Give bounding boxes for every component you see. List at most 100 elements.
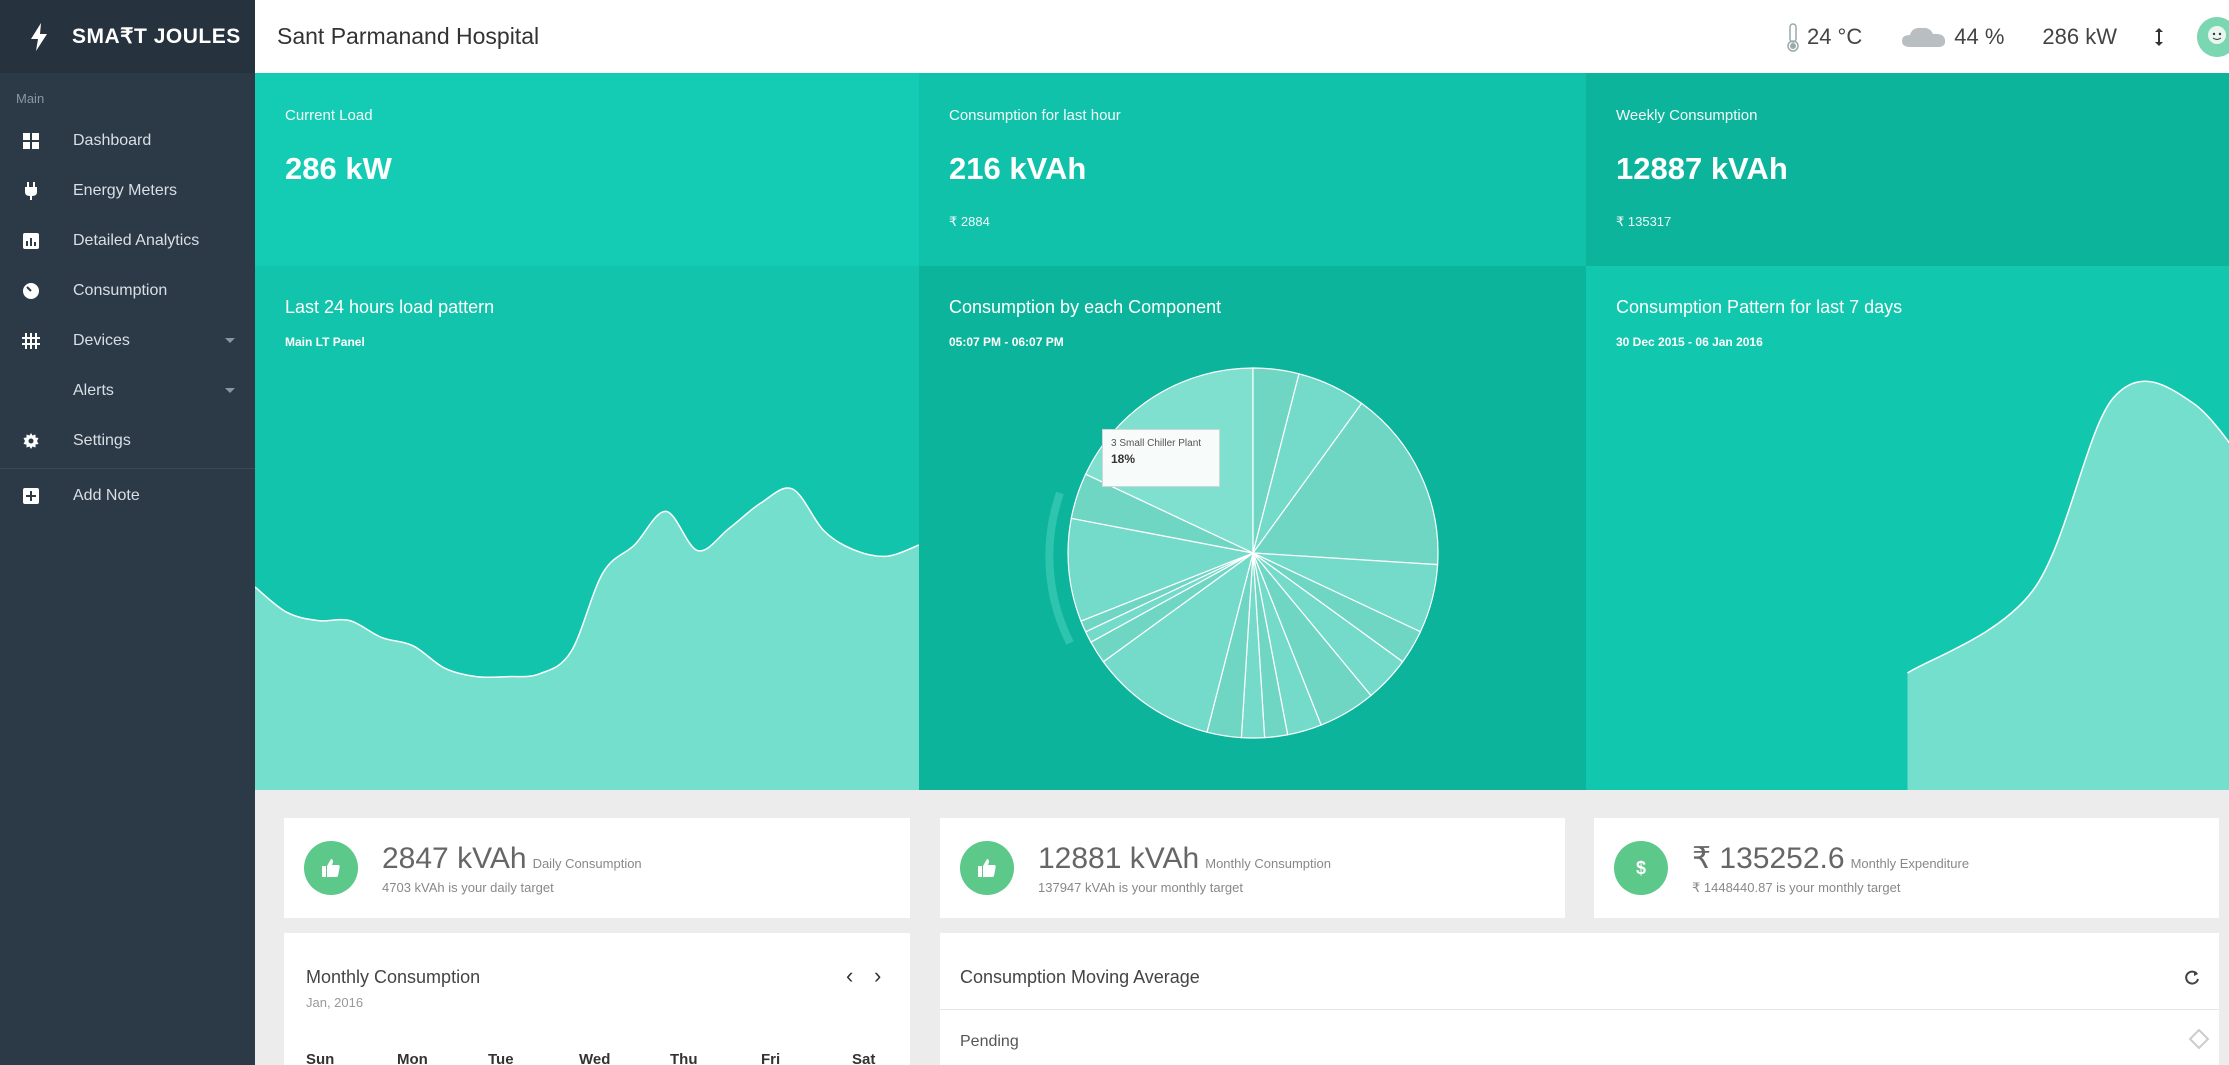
load-pattern-title: Last 24 hours load pattern — [285, 297, 495, 317]
dollar-icon: $ — [1614, 841, 1668, 895]
component-title: Consumption by each Component — [949, 297, 1222, 317]
next-month-button[interactable]: › — [874, 963, 881, 989]
kpi-monthly: 12881 kVAh Monthly Consumption 137947 kVA… — [940, 818, 1565, 918]
weekday: Mon — [397, 1051, 428, 1065]
gauge-icon — [22, 282, 40, 300]
sidebar-item-label: Energy Meters — [73, 182, 178, 199]
kpi-target: ₹ 1448440.87 is your monthly target — [1692, 879, 1901, 895]
weekday: Sun — [306, 1051, 335, 1065]
load-value: 286 kW — [2042, 23, 2117, 49]
weekday-header: Sun Mon Tue Wed Thu Fri Sat — [306, 1051, 910, 1065]
weekday: Wed — [579, 1051, 611, 1065]
last-hour-value: 216 kVAh — [949, 151, 1087, 186]
load-stat: 286 kW — [2042, 24, 2117, 50]
current-load-value: 286 kW — [285, 151, 392, 186]
weekly-pattern-subtitle: 30 Dec 2015 - 06 Jan 2016 — [1616, 335, 1763, 349]
kpi-label: Daily Consumption — [532, 855, 642, 871]
kpi-label: Monthly Expenditure — [1850, 855, 1970, 871]
status-text: Pending — [960, 1033, 1019, 1050]
sidebar-item-label: Devices — [73, 332, 130, 349]
hospital-name: Sant Parmanand Hospital — [277, 23, 540, 49]
weekly-cost: ₹ 135317 — [1616, 214, 1672, 229]
load-area — [255, 487, 919, 790]
bolt-icon — [31, 22, 47, 51]
thermometer-icon — [1787, 22, 1799, 52]
sidebar-item-dashboard[interactable]: Dashboard — [0, 116, 255, 166]
refresh-icon[interactable] — [2183, 969, 2201, 987]
avatar-icon — [2197, 16, 2229, 57]
brand[interactable]: SMA₹T JOULES — [0, 0, 255, 73]
updown-icon — [2155, 27, 2163, 46]
sidebar-item-label: Alerts — [73, 382, 114, 399]
current-load-label: Current Load — [285, 107, 373, 124]
component-subtitle: 05:07 PM - 06:07 PM — [949, 335, 1064, 349]
analytics-icon — [22, 232, 40, 250]
weekday: Fri — [761, 1051, 781, 1065]
temperature-stat: 24 °C — [1785, 22, 1862, 52]
week-area — [1907, 381, 2229, 790]
pie-tooltip: 3 Small Chiller Plant 18% — [1102, 429, 1220, 487]
sidebar-item-label: Dashboard — [73, 132, 152, 149]
divider — [940, 1009, 2219, 1010]
weekday: Sat — [852, 1051, 876, 1065]
monthly-consumption-panel: Monthly Consumption Jan, 2016 ‹ › Sun Mo… — [284, 933, 910, 1065]
topbar-stats: 24 °C 44 % 286 kW — [1785, 0, 2229, 73]
dashboard-icon — [22, 132, 40, 150]
tile-weekly: Weekly Consumption 12887 kVAh ₹ 135317 C… — [1586, 73, 2229, 790]
cloud-icon — [1902, 27, 1946, 47]
plus-icon — [22, 487, 40, 505]
devices-icon — [22, 332, 40, 350]
chevron-down-icon — [225, 388, 235, 393]
avatar[interactable] — [2197, 16, 2229, 57]
panel-title: Monthly Consumption — [306, 967, 481, 987]
weekly-label: Weekly Consumption — [1616, 107, 1758, 124]
sidebar-item-alerts[interactable]: Alerts — [0, 366, 255, 416]
sidebar-item-label: Consumption — [73, 282, 168, 299]
kpi-daily: 2847 kVAh Daily Consumption 4703 kVAh is … — [284, 818, 910, 918]
last-hour-label: Consumption for last hour — [949, 107, 1121, 124]
sidebar-item-consumption[interactable]: Consumption — [0, 266, 255, 316]
chevron-down-icon — [225, 338, 235, 343]
kpi-text: ₹ 135252.6 Monthly Expenditure ₹ 1448440.… — [1692, 841, 1969, 896]
pie-highlight — [1045, 491, 1074, 645]
sidebar-item-label: Add Note — [73, 487, 140, 504]
weekly-pattern-title: Consumption Pattern for last 7 days — [1616, 297, 1903, 317]
panel-subtitle: Jan, 2016 — [306, 995, 364, 1010]
tile-last-hour: Consumption for last hour 216 kVAh ₹ 288… — [919, 73, 1586, 790]
kpi-value: 12881 kVAh — [1038, 841, 1200, 875]
weekday: Thu — [670, 1051, 698, 1065]
sidebar-item-add-note[interactable]: Add Note — [0, 471, 255, 521]
kpi-target: 4703 kVAh is your daily target — [382, 879, 554, 895]
sidebar: SMA₹T JOULES Main Dashboard Energy Meter… — [0, 0, 255, 1065]
load-pattern-subtitle: Main LT Panel — [285, 335, 365, 349]
temperature-value: 24 °C — [1806, 23, 1863, 49]
thumbs-up-icon — [960, 841, 1014, 895]
sidebar-item-energy-meters[interactable]: Energy Meters — [0, 166, 255, 216]
kpi-target: 137947 kVAh is your monthly target — [1038, 879, 1243, 895]
kpi-value: ₹ 135252.6 — [1692, 841, 1845, 875]
kpi-value: 2847 kVAh — [382, 841, 527, 875]
brand-name: SMA₹T JOULES — [72, 25, 241, 48]
sidebar-item-settings[interactable]: Settings — [0, 416, 255, 466]
sort-toggle[interactable] — [2155, 27, 2169, 46]
moving-average-panel: Consumption Moving Average Pending — [940, 933, 2219, 1065]
last-hour-cost: ₹ 2884 — [949, 214, 990, 229]
kpi-label: Monthly Consumption — [1205, 855, 1331, 871]
gear-icon — [22, 432, 40, 450]
humidity-stat: 44 % — [1900, 24, 2004, 50]
kpi-expenditure: $ ₹ 135252.6 Monthly Expenditure ₹ 144844… — [1594, 818, 2219, 918]
humidity-value: 44 % — [1954, 23, 2005, 49]
sidebar-item-label: Settings — [73, 432, 131, 449]
plug-icon — [22, 182, 40, 200]
weekly-value: 12887 kVAh — [1616, 151, 1788, 186]
diamond-icon — [2189, 1029, 2209, 1049]
sidebar-item-label: Detailed Analytics — [73, 232, 200, 249]
sidebar-item-devices[interactable]: Devices — [0, 316, 255, 366]
weekday: Tue — [488, 1051, 514, 1065]
prev-month-button[interactable]: ‹ — [846, 963, 853, 989]
panel-title: Consumption Moving Average — [960, 967, 1200, 987]
tooltip-label: 3 Small Chiller Plant — [1111, 438, 1202, 449]
sidebar-item-detailed-analytics[interactable]: Detailed Analytics — [0, 216, 255, 266]
tooltip-value: 18% — [1111, 452, 1136, 466]
divider — [0, 468, 255, 469]
